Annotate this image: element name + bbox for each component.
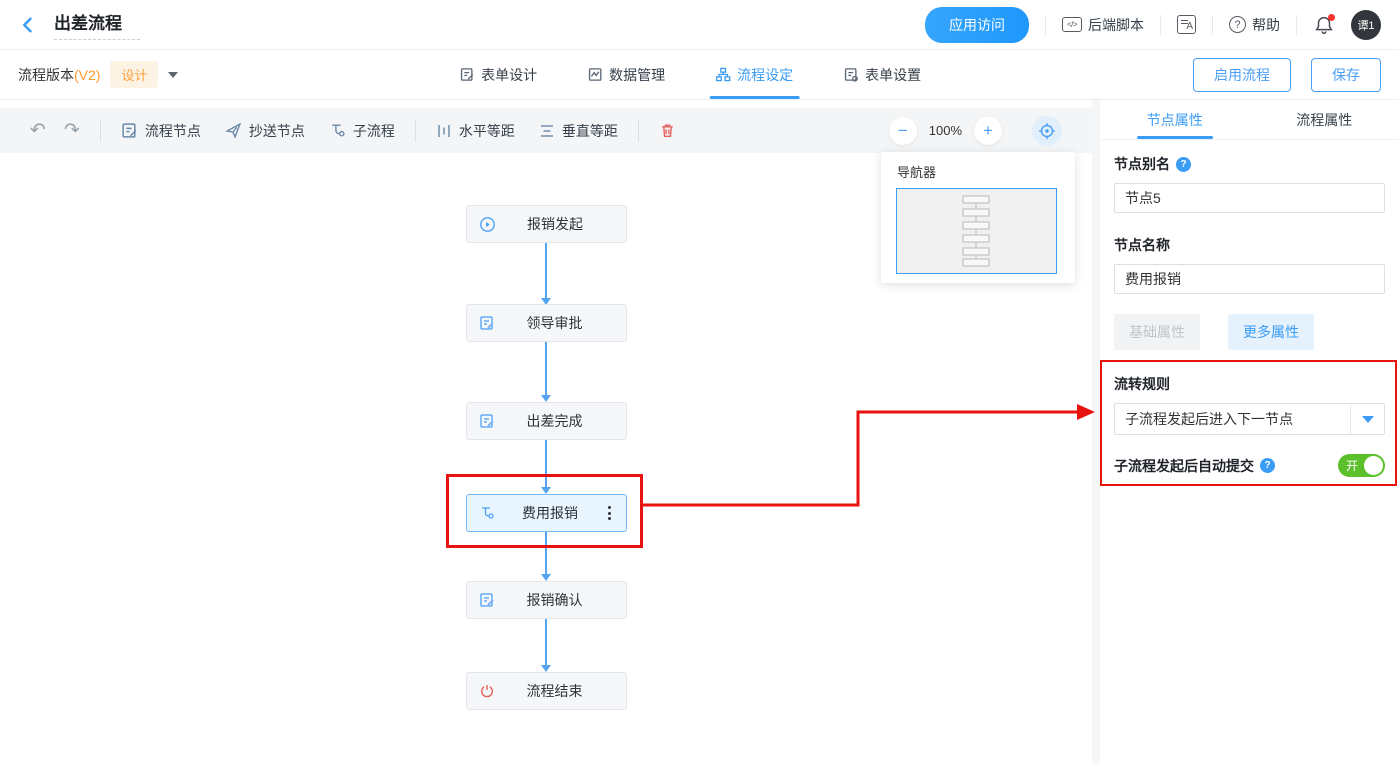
doc-edit-icon bbox=[479, 315, 495, 331]
flow-connector bbox=[545, 532, 547, 574]
tab-process-design[interactable]: 流程设定 bbox=[713, 50, 795, 99]
notification-bell-icon[interactable] bbox=[1313, 14, 1335, 36]
flow-node-start[interactable]: 报销发起 bbox=[466, 205, 627, 243]
flow-rule-label: 流转规则 bbox=[1114, 374, 1385, 394]
tab-node-properties[interactable]: 节点属性 bbox=[1100, 100, 1250, 139]
version-caret-icon[interactable] bbox=[168, 72, 178, 78]
divider bbox=[1296, 15, 1297, 35]
toggle-knob bbox=[1364, 456, 1383, 475]
redo-icon[interactable]: ↷ bbox=[64, 121, 80, 140]
locate-icon[interactable] bbox=[1032, 116, 1062, 146]
doc-edit-icon bbox=[479, 592, 495, 608]
notification-dot bbox=[1328, 14, 1335, 21]
subflow-icon bbox=[479, 505, 495, 521]
divider bbox=[638, 120, 639, 142]
help-button[interactable]: ? 帮助 bbox=[1229, 15, 1280, 35]
backend-script-button[interactable]: </> 后端脚本 bbox=[1062, 15, 1144, 35]
add-cc-node-button[interactable]: 抄送节点 bbox=[225, 121, 305, 141]
navigator-minimap[interactable] bbox=[896, 188, 1057, 274]
navigator-panel: 导航器 bbox=[881, 152, 1075, 283]
tab-form-settings[interactable]: 表单设置 bbox=[841, 50, 923, 99]
save-button[interactable]: 保存 bbox=[1311, 58, 1381, 92]
divider bbox=[100, 120, 101, 142]
panel-scrollbar[interactable] bbox=[1092, 100, 1100, 764]
module-tabs: 表单设计 数据管理 流程设定 表单设置 bbox=[457, 50, 923, 99]
flow-rule-value: 子流程发起后进入下一节点 bbox=[1115, 409, 1350, 429]
tab-data-manage[interactable]: 数据管理 bbox=[585, 50, 667, 99]
doc-edit-icon bbox=[479, 413, 495, 429]
flow-connector bbox=[545, 243, 547, 298]
node-alias-label: 节点别名 ? bbox=[1114, 154, 1385, 174]
node-alias-input[interactable] bbox=[1114, 183, 1385, 213]
auto-submit-label: 子流程发起后自动提交 ? bbox=[1114, 456, 1275, 476]
properties-panel: 节点属性 流程属性 节点别名 ? 节点名称 基础属性 更多属性 流转规则 子流程… bbox=[1100, 100, 1399, 764]
back-icon[interactable] bbox=[18, 14, 40, 36]
tab-form-design[interactable]: 表单设计 bbox=[457, 50, 539, 99]
flow-node-end[interactable]: 流程结束 bbox=[466, 672, 627, 710]
translate-icon[interactable]: A bbox=[1177, 15, 1196, 34]
app-access-button[interactable]: 应用访问 bbox=[925, 7, 1029, 43]
node-name-label: 节点名称 bbox=[1114, 235, 1385, 255]
subheader: 流程版本(V2) 设计 表单设计 数据管理 流程设定 表单设置 启用流程 保存 bbox=[0, 50, 1399, 100]
divider bbox=[1212, 15, 1213, 35]
undo-icon[interactable]: ↶ bbox=[30, 121, 46, 140]
top-header: 出差流程 应用访问 </> 后端脚本 A ? 帮助 谭1 bbox=[0, 0, 1399, 50]
divider bbox=[415, 120, 416, 142]
divider bbox=[1160, 15, 1161, 35]
flow-node-expense[interactable]: 费用报销 bbox=[466, 494, 627, 532]
enable-process-button[interactable]: 启用流程 bbox=[1193, 58, 1291, 92]
more-properties-button[interactable]: 更多属性 bbox=[1228, 314, 1314, 350]
flow-rule-select[interactable]: 子流程发起后进入下一节点 bbox=[1114, 403, 1385, 435]
code-icon: </> bbox=[1062, 17, 1082, 32]
power-icon bbox=[479, 683, 495, 699]
question-icon[interactable]: ? bbox=[1176, 157, 1191, 172]
add-subflow-button[interactable]: 子流程 bbox=[329, 121, 395, 141]
node-menu-icon[interactable] bbox=[605, 503, 614, 523]
flow-canvas[interactable]: ↶ ↷ 流程节点 抄送节点 子流程 水平等距 bbox=[0, 100, 1092, 764]
flow-connector bbox=[545, 342, 547, 395]
auto-submit-toggle[interactable]: 开 bbox=[1338, 454, 1385, 477]
page-title: 出差流程 bbox=[54, 9, 140, 34]
tab-process-properties[interactable]: 流程属性 bbox=[1250, 100, 1399, 139]
question-icon: ? bbox=[1229, 16, 1246, 33]
flow-node-confirm[interactable]: 报销确认 bbox=[466, 581, 627, 619]
avatar[interactable]: 谭1 bbox=[1351, 10, 1381, 40]
chevron-down-icon[interactable] bbox=[1350, 404, 1384, 434]
flow-connector bbox=[545, 440, 547, 487]
question-icon[interactable]: ? bbox=[1260, 458, 1275, 473]
node-name-input[interactable] bbox=[1114, 264, 1385, 294]
play-circle-icon bbox=[479, 216, 496, 233]
delete-icon[interactable] bbox=[659, 122, 676, 139]
flow-node-trip-done[interactable]: 出差完成 bbox=[466, 402, 627, 440]
flow-node-approval[interactable]: 领导审批 bbox=[466, 304, 627, 342]
canvas-toolbar: ↶ ↷ 流程节点 抄送节点 子流程 水平等距 bbox=[0, 108, 1092, 153]
zoom-level: 100% bbox=[929, 123, 962, 138]
horizontal-space-button[interactable]: 水平等距 bbox=[436, 121, 515, 141]
zoom-out-button[interactable]: − bbox=[889, 117, 917, 145]
add-process-node-button[interactable]: 流程节点 bbox=[121, 121, 201, 141]
version-tag: (V2) bbox=[74, 67, 100, 83]
basic-properties-button[interactable]: 基础属性 bbox=[1114, 314, 1200, 350]
zoom-in-button[interactable]: + bbox=[974, 117, 1002, 145]
divider bbox=[1045, 15, 1046, 35]
version-label: 流程版本(V2) bbox=[18, 65, 100, 85]
navigator-title: 导航器 bbox=[881, 152, 1075, 188]
design-badge[interactable]: 设计 bbox=[110, 61, 158, 88]
title-underline bbox=[54, 39, 140, 40]
vertical-space-button[interactable]: 垂直等距 bbox=[539, 121, 618, 141]
flow-connector bbox=[545, 619, 547, 665]
main-area: ↶ ↷ 流程节点 抄送节点 子流程 水平等距 bbox=[0, 100, 1399, 764]
